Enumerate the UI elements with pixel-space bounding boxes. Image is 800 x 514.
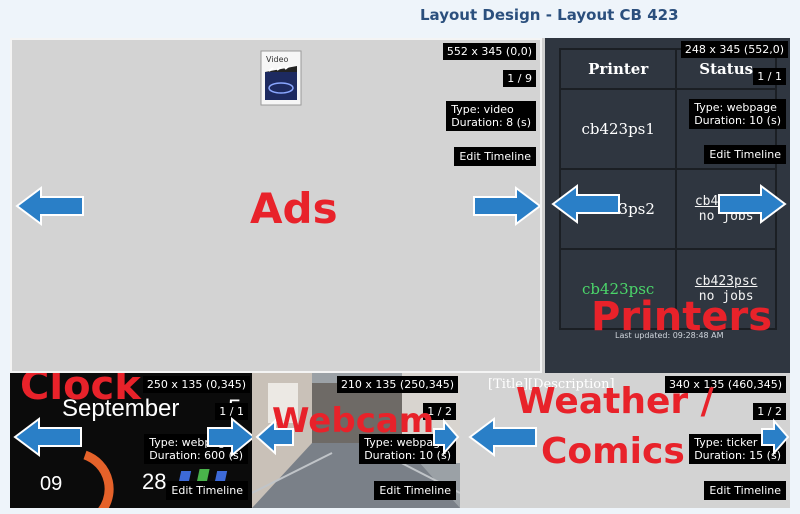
arrow-right-icon[interactable] bbox=[472, 186, 540, 226]
region-ads[interactable]: Video 552 x 345 (0,0) 1 / 9 Type: video … bbox=[10, 38, 542, 373]
region-label-weather: Weather / Comics bbox=[516, 377, 714, 477]
arrow-left-icon[interactable] bbox=[551, 184, 621, 224]
region-size-tag: 250 x 135 (0,345) bbox=[142, 376, 250, 393]
arrow-right-icon[interactable] bbox=[432, 417, 460, 457]
region-clock[interactable]: September 5 09 28 250 x 135 (0,345) 1 / … bbox=[10, 373, 252, 508]
region-info: Type: video Duration: 8 (s) bbox=[446, 101, 536, 131]
region-type: Type: webpage bbox=[694, 101, 777, 114]
region-weather[interactable]: [Title][Description] 340 x 135 (460,345)… bbox=[460, 373, 790, 508]
table-header: Printer bbox=[558, 48, 678, 90]
region-printers[interactable]: Printer Status cb423ps1 cb423ps2 cb423ps… bbox=[545, 38, 790, 373]
region-label-webcam: Webcam bbox=[272, 401, 435, 441]
video-file-icon: Video bbox=[260, 50, 302, 106]
status-name: cb423psc bbox=[694, 274, 758, 289]
edit-timeline-button[interactable]: Edit Timeline bbox=[454, 147, 536, 166]
region-size-tag: 210 x 135 (250,345) bbox=[336, 376, 458, 393]
edit-timeline-button[interactable]: Edit Timeline bbox=[704, 145, 786, 164]
svg-text:Video: Video bbox=[266, 55, 289, 64]
printer-name: cb423ps1 bbox=[558, 88, 678, 170]
region-duration: Duration: 10 (s) bbox=[694, 114, 781, 127]
region-label-printers: Printers bbox=[591, 294, 773, 340]
clock-hour: 09 bbox=[40, 473, 63, 495]
arrow-left-icon[interactable] bbox=[255, 417, 295, 457]
region-info: Type: webpage Duration: 10 (s) bbox=[689, 99, 786, 129]
edit-timeline-button[interactable]: Edit Timeline bbox=[374, 481, 456, 500]
arrow-left-icon[interactable] bbox=[468, 417, 538, 457]
region-index-tag: 1 / 9 bbox=[503, 70, 536, 87]
label-line: Comics bbox=[541, 431, 685, 472]
arrow-right-icon[interactable] bbox=[717, 184, 787, 224]
region-size-tag: 248 x 345 (552,0) bbox=[680, 41, 788, 58]
region-type: Type: video bbox=[451, 103, 514, 116]
edit-timeline-button[interactable]: Edit Timeline bbox=[704, 481, 786, 500]
region-size-tag: 552 x 345 (0,0) bbox=[442, 43, 536, 60]
arrow-left-icon[interactable] bbox=[13, 417, 83, 457]
region-index-tag: 1 / 1 bbox=[753, 68, 786, 85]
layout-canvas: Video 552 x 345 (0,0) 1 / 9 Type: video … bbox=[10, 38, 790, 508]
label-line: Weather / bbox=[516, 381, 714, 422]
arrow-left-icon[interactable] bbox=[15, 186, 85, 226]
region-webcam[interactable]: 210 x 135 (250,345) 1 / 2 Type: webpage … bbox=[252, 373, 460, 508]
arrow-right-icon[interactable] bbox=[206, 417, 252, 457]
region-label-ads: Ads bbox=[250, 184, 338, 233]
clock-minute: 28 bbox=[142, 469, 167, 494]
region-duration: Duration: 8 (s) bbox=[451, 116, 531, 129]
page-title: Layout Design - Layout CB 423 bbox=[420, 6, 679, 24]
edit-timeline-button[interactable]: Edit Timeline bbox=[166, 481, 248, 500]
region-label-clock: Clock bbox=[20, 373, 141, 409]
arrow-right-icon[interactable] bbox=[760, 417, 790, 457]
